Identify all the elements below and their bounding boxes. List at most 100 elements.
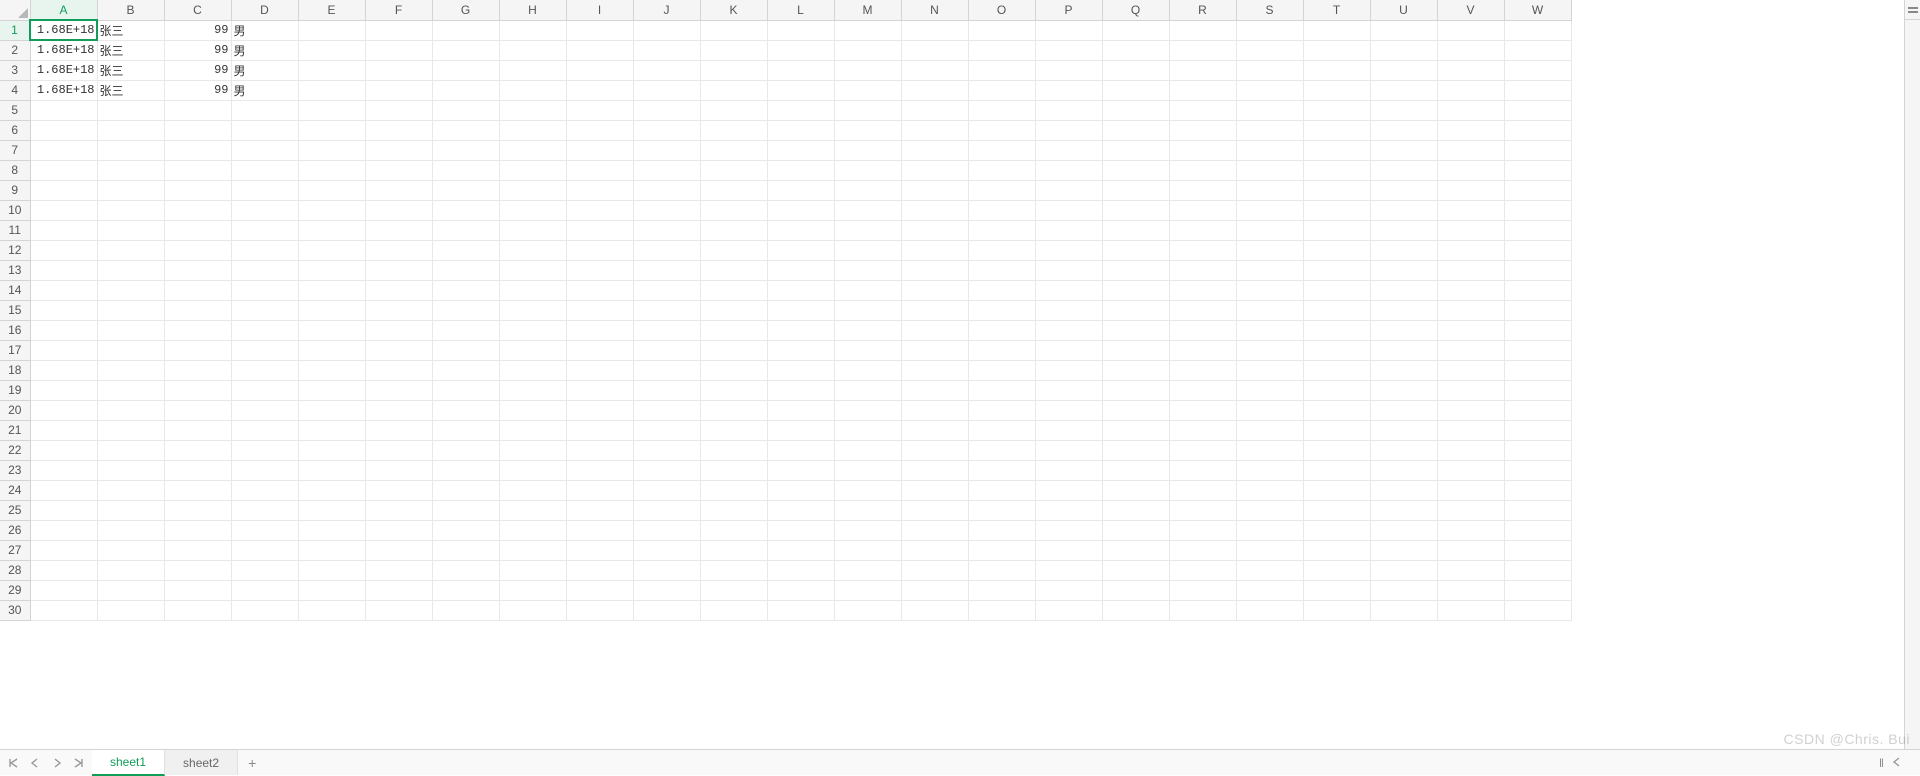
cell-D28[interactable] [231, 560, 298, 580]
cell-G7[interactable] [432, 140, 499, 160]
cell-L9[interactable] [767, 180, 834, 200]
cell-N4[interactable] [901, 80, 968, 100]
cell-V8[interactable] [1437, 160, 1504, 180]
column-header-O[interactable]: O [968, 0, 1035, 20]
cell-S11[interactable] [1236, 220, 1303, 240]
cell-S22[interactable] [1236, 440, 1303, 460]
cell-H24[interactable] [499, 480, 566, 500]
cell-L19[interactable] [767, 380, 834, 400]
cell-K17[interactable] [700, 340, 767, 360]
cell-E18[interactable] [298, 360, 365, 380]
cell-R5[interactable] [1169, 100, 1236, 120]
column-header-K[interactable]: K [700, 0, 767, 20]
cell-Q8[interactable] [1102, 160, 1169, 180]
cell-F24[interactable] [365, 480, 432, 500]
cell-B7[interactable] [97, 140, 164, 160]
cell-O14[interactable] [968, 280, 1035, 300]
cell-S21[interactable] [1236, 420, 1303, 440]
cell-B2[interactable]: 张三 [97, 40, 164, 60]
cell-G9[interactable] [432, 180, 499, 200]
column-header-T[interactable]: T [1303, 0, 1370, 20]
cell-C14[interactable] [164, 280, 231, 300]
cell-I12[interactable] [566, 240, 633, 260]
cell-F20[interactable] [365, 400, 432, 420]
cell-R11[interactable] [1169, 220, 1236, 240]
cell-A12[interactable] [30, 240, 97, 260]
cell-F6[interactable] [365, 120, 432, 140]
cell-T20[interactable] [1303, 400, 1370, 420]
cell-W25[interactable] [1504, 500, 1571, 520]
cell-U19[interactable] [1370, 380, 1437, 400]
cell-J13[interactable] [633, 260, 700, 280]
cell-W1[interactable] [1504, 20, 1571, 40]
cell-L24[interactable] [767, 480, 834, 500]
cell-G30[interactable] [432, 600, 499, 620]
cell-A21[interactable] [30, 420, 97, 440]
cell-K3[interactable] [700, 60, 767, 80]
cell-D17[interactable] [231, 340, 298, 360]
cell-S5[interactable] [1236, 100, 1303, 120]
cell-T5[interactable] [1303, 100, 1370, 120]
cell-K5[interactable] [700, 100, 767, 120]
cell-U9[interactable] [1370, 180, 1437, 200]
cell-R27[interactable] [1169, 540, 1236, 560]
cell-W10[interactable] [1504, 200, 1571, 220]
cell-C10[interactable] [164, 200, 231, 220]
cell-U13[interactable] [1370, 260, 1437, 280]
cell-M9[interactable] [834, 180, 901, 200]
cell-V17[interactable] [1437, 340, 1504, 360]
cell-D23[interactable] [231, 460, 298, 480]
cell-I21[interactable] [566, 420, 633, 440]
cell-E30[interactable] [298, 600, 365, 620]
cell-M29[interactable] [834, 580, 901, 600]
cell-C27[interactable] [164, 540, 231, 560]
cell-S10[interactable] [1236, 200, 1303, 220]
cell-Q17[interactable] [1102, 340, 1169, 360]
cell-H7[interactable] [499, 140, 566, 160]
cell-M13[interactable] [834, 260, 901, 280]
cell-L27[interactable] [767, 540, 834, 560]
cell-U11[interactable] [1370, 220, 1437, 240]
cell-P6[interactable] [1035, 120, 1102, 140]
cell-V15[interactable] [1437, 300, 1504, 320]
cell-J9[interactable] [633, 180, 700, 200]
cell-P21[interactable] [1035, 420, 1102, 440]
cell-O16[interactable] [968, 320, 1035, 340]
cell-I30[interactable] [566, 600, 633, 620]
cell-M15[interactable] [834, 300, 901, 320]
row-header-26[interactable]: 26 [0, 520, 30, 540]
cell-M28[interactable] [834, 560, 901, 580]
cell-F26[interactable] [365, 520, 432, 540]
cell-S9[interactable] [1236, 180, 1303, 200]
cell-R12[interactable] [1169, 240, 1236, 260]
cell-B18[interactable] [97, 360, 164, 380]
cell-K25[interactable] [700, 500, 767, 520]
cell-V6[interactable] [1437, 120, 1504, 140]
cell-F29[interactable] [365, 580, 432, 600]
cell-N29[interactable] [901, 580, 968, 600]
cell-A14[interactable] [30, 280, 97, 300]
cell-C18[interactable] [164, 360, 231, 380]
cell-S24[interactable] [1236, 480, 1303, 500]
cell-M24[interactable] [834, 480, 901, 500]
cell-O10[interactable] [968, 200, 1035, 220]
cell-M23[interactable] [834, 460, 901, 480]
cell-Q15[interactable] [1102, 300, 1169, 320]
cell-G16[interactable] [432, 320, 499, 340]
cell-P18[interactable] [1035, 360, 1102, 380]
cell-S30[interactable] [1236, 600, 1303, 620]
cell-L23[interactable] [767, 460, 834, 480]
cell-O15[interactable] [968, 300, 1035, 320]
cell-J25[interactable] [633, 500, 700, 520]
cell-T15[interactable] [1303, 300, 1370, 320]
cell-S25[interactable] [1236, 500, 1303, 520]
cell-A26[interactable] [30, 520, 97, 540]
cell-E29[interactable] [298, 580, 365, 600]
cell-Q22[interactable] [1102, 440, 1169, 460]
cell-P26[interactable] [1035, 520, 1102, 540]
cell-P24[interactable] [1035, 480, 1102, 500]
cell-F12[interactable] [365, 240, 432, 260]
cell-H12[interactable] [499, 240, 566, 260]
cell-S17[interactable] [1236, 340, 1303, 360]
cell-I16[interactable] [566, 320, 633, 340]
